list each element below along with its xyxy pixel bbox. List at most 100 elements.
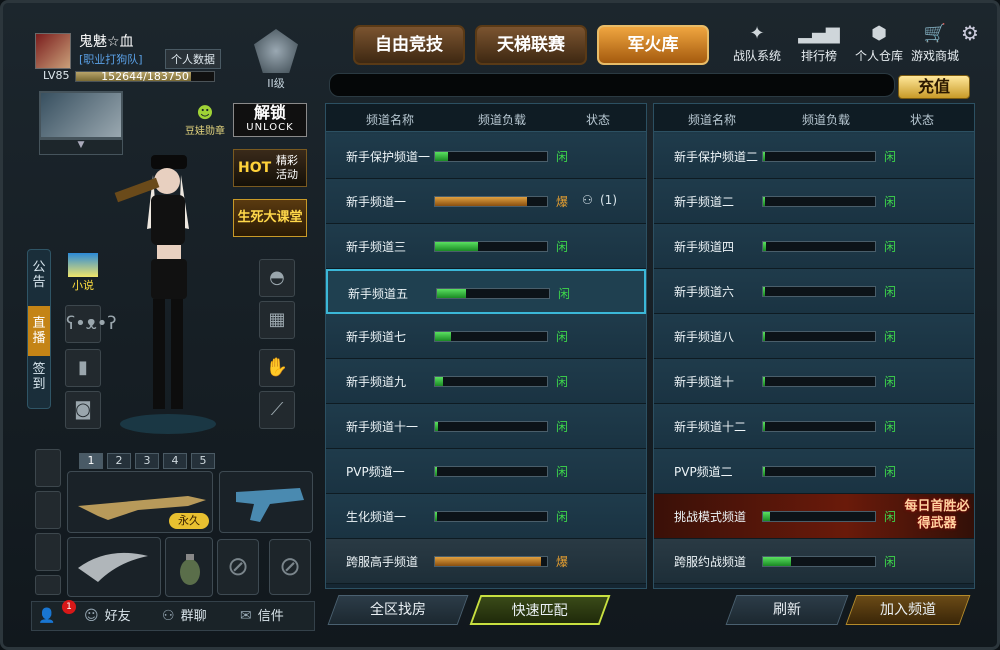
- friends-button[interactable]: ☺ 好友: [84, 602, 131, 630]
- channel-name: 新手频道七: [346, 330, 407, 344]
- channel-name: 新手频道十一: [346, 420, 419, 434]
- channel-status: 爆: [556, 555, 569, 569]
- channel-row[interactable]: 新手保护频道二 闲: [654, 134, 974, 179]
- channel-load-bar: [762, 421, 876, 432]
- channel-status: 闲: [558, 287, 571, 301]
- group-chat-button[interactable]: ⚇ 群聊: [162, 602, 207, 630]
- grenade-slot[interactable]: [165, 537, 213, 597]
- channel-status: 闲: [884, 195, 897, 209]
- warehouse-button[interactable]: ⬢ 个人仓库: [849, 23, 909, 64]
- weapon-set-tab-1[interactable]: 1: [79, 453, 103, 469]
- doll-medal-button[interactable]: ☻ 豆娃勋章: [181, 103, 229, 137]
- team-system-button[interactable]: ✦ 战队系统: [727, 23, 787, 64]
- bag-item-slot[interactable]: ◙: [65, 391, 101, 429]
- character-portrait[interactable]: [39, 91, 123, 139]
- life-death-lecture-button[interactable]: 生死大课堂: [233, 199, 307, 237]
- channel-row[interactable]: 新手频道十二 闲: [654, 404, 974, 449]
- channel-row[interactable]: 新手频道三 闲: [326, 224, 646, 269]
- channel-row[interactable]: PVP频道二 闲: [654, 449, 974, 494]
- channel-row[interactable]: 生化频道一 闲: [326, 494, 646, 539]
- ammo-slot-3[interactable]: [35, 533, 61, 571]
- channel-row[interactable]: 新手频道十 闲: [654, 359, 974, 404]
- channel-row[interactable]: PVP频道一 闲: [326, 449, 646, 494]
- knife-icon: [78, 552, 148, 582]
- gear-icon[interactable]: ⚙: [961, 21, 979, 45]
- weapon-set-tab-2[interactable]: 2: [107, 453, 131, 469]
- channel-name: 挑战模式频道: [674, 510, 747, 524]
- tab-checkin[interactable]: 签到: [28, 362, 50, 402]
- channel-list-header: 频道名称 频道负载 状态: [654, 104, 974, 132]
- bear-item-slot[interactable]: ʕ•ᴥ•ʔ: [65, 305, 117, 343]
- ranking-button[interactable]: ▂▄▆ 排行榜: [789, 23, 849, 64]
- channel-row[interactable]: 新手频道六 闲: [654, 269, 974, 314]
- channel-row[interactable]: 新手频道八 闲: [654, 314, 974, 359]
- shop-button[interactable]: 🛒 游戏商城: [905, 23, 965, 64]
- channel-row[interactable]: 新手频道四 闲: [654, 224, 974, 269]
- find-room-all-button[interactable]: 全区找房: [327, 595, 469, 625]
- melee-weapon-slot[interactable]: [67, 537, 161, 597]
- tab-ladder[interactable]: 天梯联赛: [475, 25, 587, 65]
- channel-name: 新手频道一: [346, 195, 407, 209]
- unlock-label-en: UNLOCK: [246, 122, 294, 133]
- rank-emblem[interactable]: II级: [241, 29, 311, 95]
- vest-slot[interactable]: ▦: [259, 301, 295, 339]
- ammo-slot-4[interactable]: [35, 575, 61, 595]
- channel-row[interactable]: 新手频道五 闲: [326, 269, 646, 314]
- ammo-slot-2[interactable]: [35, 491, 61, 529]
- join-channel-button[interactable]: 加入频道: [845, 595, 971, 625]
- user-status-button[interactable]: 👤: [38, 602, 61, 630]
- vest-icon: ▦: [268, 309, 286, 330]
- channel-list-header: 频道名称 频道负载 状态: [326, 104, 646, 132]
- channel-row[interactable]: 新手保护频道一 闲: [326, 134, 646, 179]
- tab-ladder-label: 天梯联赛: [497, 35, 565, 55]
- header-status: 状态: [586, 113, 611, 127]
- channel-row[interactable]: 新手频道九 闲: [326, 359, 646, 404]
- novel-button[interactable]: 小说: [65, 253, 101, 292]
- gloves-slot[interactable]: ✋: [259, 349, 295, 387]
- weapon-set-tab-4[interactable]: 4: [163, 453, 187, 469]
- tab-armory[interactable]: 军火库: [597, 25, 709, 65]
- unlock-button[interactable]: 解锁 UNLOCK: [233, 103, 307, 137]
- warehouse-label: 个人仓库: [854, 49, 903, 63]
- channel-load-fill: [763, 512, 770, 521]
- channel-row[interactable]: 挑战模式频道 每日首胜必得武器闲: [654, 494, 974, 539]
- channel-list-right: 频道名称 频道负载 状态 新手保护频道二闲新手频道二闲新手频道四闲新手频道六闲新…: [653, 103, 975, 589]
- tab-live[interactable]: 直播: [28, 306, 50, 356]
- ammo-slot-1[interactable]: [35, 449, 61, 487]
- boots-slot[interactable]: ⟋: [259, 391, 295, 429]
- channel-row[interactable]: 跨服约战频道 闲: [654, 539, 974, 584]
- channel-row[interactable]: 新手频道二 闲: [654, 179, 974, 224]
- clan-tag[interactable]: [职业打狗队]: [79, 51, 143, 67]
- channel-row[interactable]: 新手频道七 闲: [326, 314, 646, 359]
- channel-row[interactable]: 跨服高手频道 爆: [326, 539, 646, 584]
- grip-item-slot[interactable]: ▮: [65, 349, 101, 387]
- channel-row[interactable]: 新手频道十一 闲: [326, 404, 646, 449]
- channel-load-fill: [763, 152, 766, 161]
- hot-events-button[interactable]: HOT 精彩活动: [233, 149, 307, 187]
- quick-match-button[interactable]: 快速匹配: [469, 595, 611, 625]
- mail-button[interactable]: ✉ 信件: [240, 602, 284, 630]
- channel-status: 闲: [556, 465, 569, 479]
- weapon-set-tab-3[interactable]: 3: [135, 453, 159, 469]
- tab-free-battle[interactable]: 自由竞技: [353, 25, 465, 65]
- channel-load-fill: [763, 332, 766, 341]
- recharge-button[interactable]: 充值: [898, 75, 970, 99]
- channel-load-bar: [762, 556, 876, 567]
- helmet-slot[interactable]: ◓: [259, 259, 295, 297]
- personal-data-button[interactable]: 个人数据: [165, 49, 221, 69]
- header-channel-load: 频道负载: [478, 113, 527, 127]
- weapon-set-tab-5[interactable]: 5: [191, 453, 215, 469]
- channel-name: PVP频道一: [346, 465, 405, 479]
- gloves-icon: ✋: [265, 357, 289, 378]
- channel-status: 闲: [884, 465, 897, 479]
- quick-match-label: 快速匹配: [511, 603, 568, 619]
- channel-row[interactable]: 新手频道一 爆 ⚇ (1): [326, 179, 646, 224]
- secondary-weapon-slot[interactable]: [219, 471, 313, 533]
- refresh-button[interactable]: 刷新: [725, 595, 849, 625]
- player-avatar[interactable]: [35, 33, 71, 69]
- channel-load-fill: [435, 422, 439, 431]
- channel-load-fill: [763, 197, 766, 206]
- disabled-icon: ⊘: [279, 552, 301, 582]
- tab-announcement[interactable]: 公告: [28, 260, 50, 300]
- daily-win-promo[interactable]: 每日首胜必得武器: [900, 498, 974, 532]
